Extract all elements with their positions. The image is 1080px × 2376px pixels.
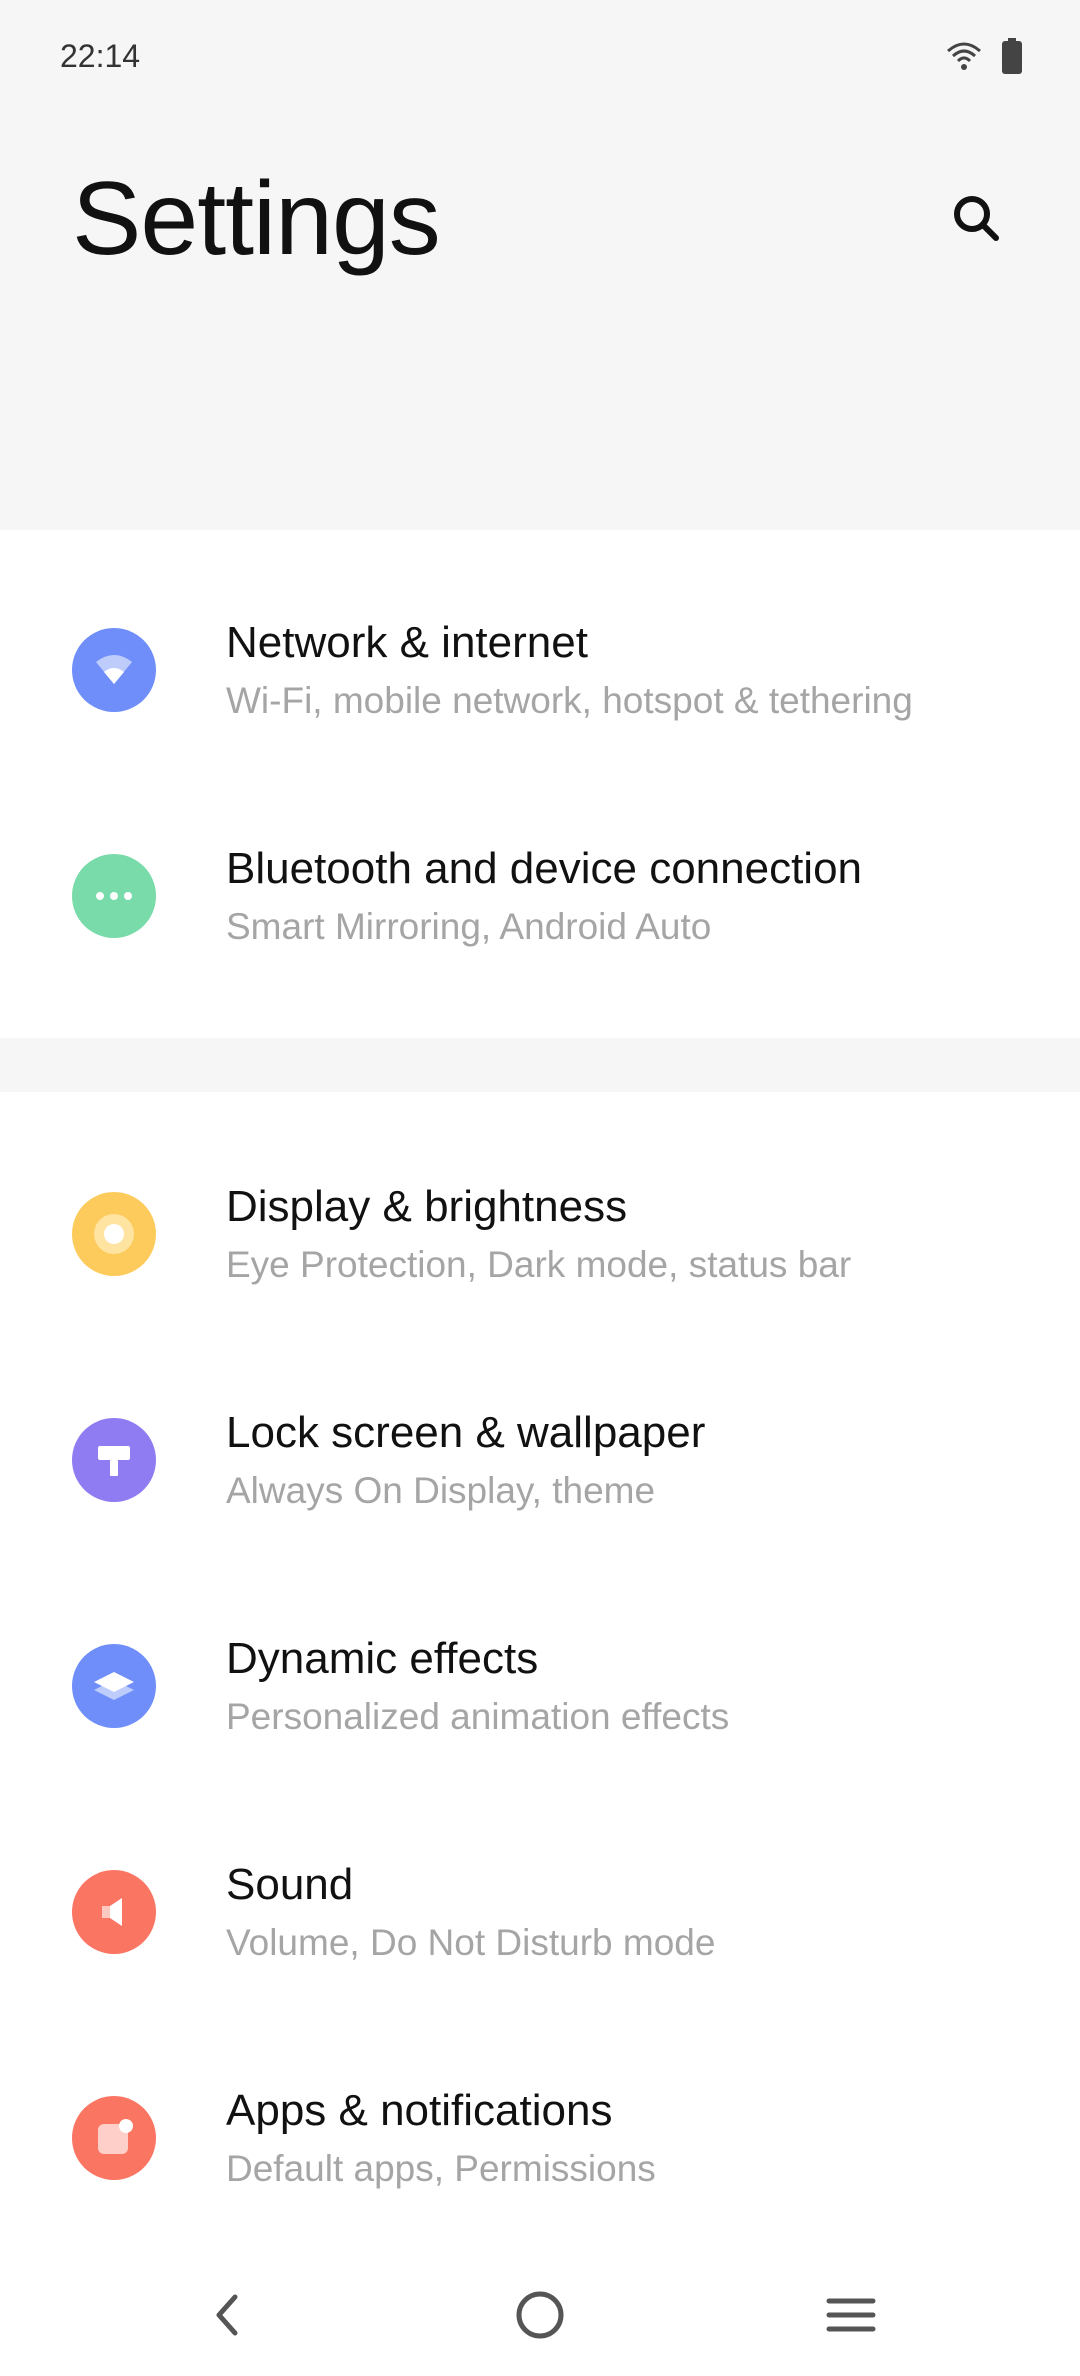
settings-group-personalization: Display & brightness Eye Protection, Dar… [0, 1092, 1080, 2242]
settings-item-network[interactable]: Network & internet Wi-Fi, mobile network… [0, 530, 1080, 756]
item-title: Sound [226, 1860, 354, 1909]
battery-icon [1000, 38, 1024, 79]
home-button[interactable] [495, 2272, 585, 2362]
item-subtitle: Volume, Do Not Disturb mode [226, 1922, 716, 1963]
item-subtitle: Personalized animation effects [226, 1696, 730, 1737]
wifi-icon [72, 628, 156, 712]
menu-button[interactable] [806, 2272, 896, 2362]
item-title: Apps & notifications [226, 2086, 613, 2135]
status-icons [946, 38, 1024, 79]
back-button[interactable] [182, 2272, 272, 2362]
settings-item-sound[interactable]: Sound Volume, Do Not Disturb mode [0, 1770, 1080, 1996]
settings-item-lockscreen[interactable]: Lock screen & wallpaper Always On Displa… [0, 1318, 1080, 1544]
bluetooth-dots-icon [72, 854, 156, 938]
navigation-bar [0, 2250, 1080, 2376]
settings-item-display[interactable]: Display & brightness Eye Protection, Dar… [0, 1092, 1080, 1318]
item-title: Dynamic effects [226, 1634, 539, 1683]
status-bar: 22:14 [0, 0, 1080, 120]
layers-icon [72, 1644, 156, 1728]
speaker-icon [72, 1870, 156, 1954]
back-icon [207, 2291, 247, 2344]
item-subtitle: Eye Protection, Dark mode, status bar [226, 1244, 852, 1285]
item-subtitle: Always On Display, theme [226, 1470, 656, 1511]
item-subtitle: Wi-Fi, mobile network, hotspot & tetheri… [226, 680, 913, 721]
item-title: Display & brightness [226, 1182, 628, 1231]
settings-group-connectivity: Network & internet Wi-Fi, mobile network… [0, 530, 1080, 1038]
item-title: Network & internet [226, 618, 588, 667]
settings-item-apps[interactable]: Apps & notifications Default apps, Permi… [0, 1996, 1080, 2222]
item-title: Lock screen & wallpaper [226, 1408, 706, 1457]
search-button[interactable] [936, 180, 1016, 260]
settings-item-dynamic-effects[interactable]: Dynamic effects Personalized animation e… [0, 1544, 1080, 1770]
paint-roller-icon [72, 1418, 156, 1502]
home-icon [514, 2289, 566, 2346]
app-notification-icon [72, 2096, 156, 2180]
menu-icon [825, 2293, 877, 2342]
search-icon [950, 192, 1002, 249]
brightness-icon [72, 1192, 156, 1276]
settings-item-bluetooth[interactable]: Bluetooth and device connection Smart Mi… [0, 756, 1080, 982]
section-divider [0, 1038, 1080, 1092]
item-subtitle: Default apps, Permissions [226, 2148, 656, 2189]
header: Settings [0, 120, 1080, 530]
item-subtitle: Smart Mirroring, Android Auto [226, 906, 712, 947]
page-title: Settings [72, 161, 441, 277]
item-title: Bluetooth and device connection [226, 844, 863, 893]
status-time: 22:14 [60, 38, 141, 74]
wifi-icon [946, 41, 982, 76]
